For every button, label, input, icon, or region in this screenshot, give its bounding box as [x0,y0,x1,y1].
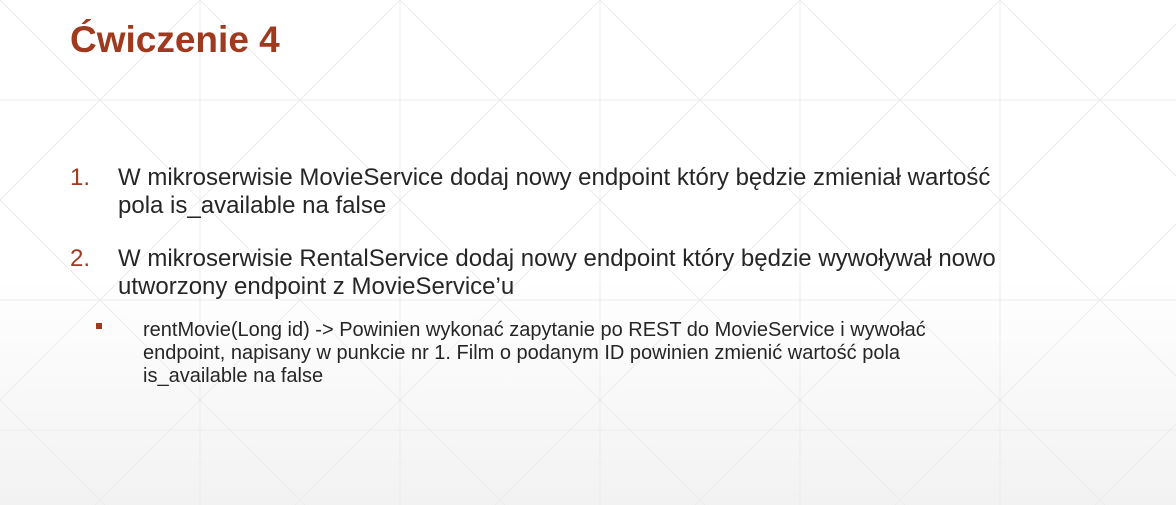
text-line: rentMovie(Long id) -> Powinien wykonać z… [143,319,926,341]
slide-title: Ćwiczenie 4 [70,19,280,60]
text-line: endpoint, napisany w punkcie nr 1. Film … [143,342,901,364]
list-number: 2. [70,245,91,272]
text-line: pola is_available na false [118,192,387,219]
square-bullet-icon [96,323,102,329]
slide: Ćwiczenie 4 1. W mikroserwisie MovieServ… [0,0,1176,505]
list-item-text: W mikroserwisie RentalService dodaj nowy… [118,245,1128,301]
list-number: 1. [70,164,91,191]
text-line: W mikroserwisie MovieService dodaj nowy … [118,164,991,191]
text-line: utworzony endpoint z MovieService’u [118,273,515,300]
sub-bullet-text: rentMovie(Long id) -> Powinien wykonać z… [143,319,1103,388]
text-line: is_available na false [143,365,324,387]
text-line: W mikroserwisie RentalService dodaj nowy… [118,245,996,272]
list-item-text: W mikroserwisie MovieService dodaj nowy … [118,164,1128,220]
